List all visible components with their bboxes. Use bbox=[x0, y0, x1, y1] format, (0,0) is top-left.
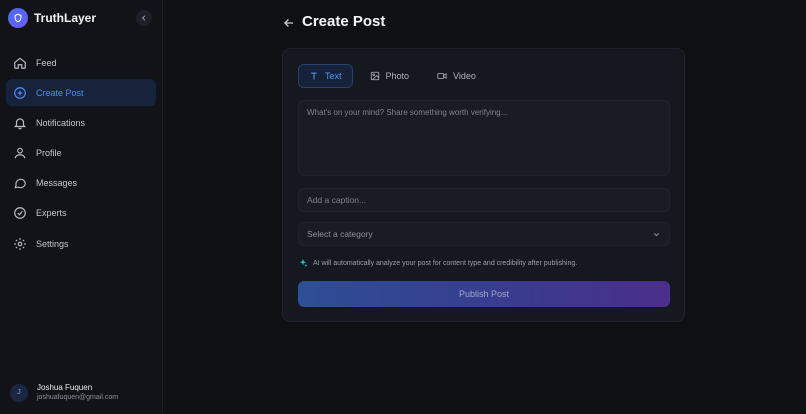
tab-video[interactable]: Video bbox=[426, 64, 487, 88]
user-name: Joshua Fuquen bbox=[37, 382, 118, 393]
text-icon bbox=[309, 71, 319, 81]
caption-input[interactable]: Add a caption... bbox=[298, 188, 670, 212]
brand-name: TruthLayer bbox=[34, 11, 96, 25]
sidebar-item-notifications[interactable]: Notifications bbox=[6, 109, 156, 136]
brand[interactable]: TruthLayer bbox=[8, 7, 96, 29]
create-post-card: Text Photo Video What's on your mind? Sh… bbox=[282, 48, 685, 322]
category-select[interactable]: Select a category bbox=[298, 222, 670, 246]
sidebar-item-label: Experts bbox=[36, 208, 67, 218]
ai-analysis-note: AI will automatically analyze your post … bbox=[298, 258, 577, 268]
sidebar-item-label: Settings bbox=[36, 239, 69, 249]
sidebar-item-create-post[interactable]: Create Post bbox=[6, 79, 156, 106]
sidebar-item-label: Notifications bbox=[36, 118, 85, 128]
plus-circle-icon bbox=[12, 85, 28, 101]
tab-text[interactable]: Text bbox=[298, 64, 353, 88]
page-title: Create Post bbox=[302, 13, 385, 30]
sidebar-item-label: Profile bbox=[36, 148, 62, 158]
back-button[interactable] bbox=[282, 16, 296, 30]
sidebar-item-label: Messages bbox=[36, 178, 77, 188]
shield-logo-icon bbox=[8, 8, 28, 28]
video-icon bbox=[437, 71, 447, 81]
tab-label: Text bbox=[325, 71, 342, 81]
home-icon bbox=[12, 55, 28, 71]
chevron-down-icon bbox=[652, 230, 661, 239]
sidebar-item-messages[interactable]: Messages bbox=[6, 170, 156, 197]
sidebar-item-profile[interactable]: Profile bbox=[6, 140, 156, 167]
sidebar-item-experts[interactable]: Experts bbox=[6, 200, 156, 227]
chevron-left-icon bbox=[140, 14, 148, 22]
post-type-tabs: Text Photo Video bbox=[298, 64, 493, 88]
tab-photo[interactable]: Photo bbox=[359, 64, 421, 88]
user-icon bbox=[12, 145, 28, 161]
collapse-sidebar-button[interactable] bbox=[136, 10, 152, 26]
sidebar-item-feed[interactable]: Feed bbox=[6, 49, 156, 76]
ai-note-text: AI will automatically analyze your post … bbox=[313, 260, 577, 267]
arrow-left-icon bbox=[282, 16, 296, 30]
user-email: joshuafuquen@gmail.com bbox=[37, 393, 118, 403]
category-select-value: Select a category bbox=[307, 229, 373, 239]
sidebar-item-label: Feed bbox=[36, 58, 57, 68]
sidebar: TruthLayer Feed Create Post Notification… bbox=[0, 0, 163, 414]
user-account[interactable]: J Joshua Fuquen joshuafuquen@gmail.com bbox=[10, 382, 118, 403]
tab-label: Video bbox=[453, 71, 476, 81]
tab-label: Photo bbox=[386, 71, 410, 81]
gear-icon bbox=[12, 236, 28, 252]
message-icon bbox=[12, 175, 28, 191]
check-circle-icon bbox=[12, 205, 28, 221]
sidebar-nav: Feed Create Post Notifications Profile M… bbox=[6, 49, 156, 260]
image-icon bbox=[370, 71, 380, 81]
post-body-textarea[interactable]: What's on your mind? Share something wor… bbox=[298, 100, 670, 176]
sidebar-item-settings[interactable]: Settings bbox=[6, 230, 156, 257]
sidebar-item-label: Create Post bbox=[36, 88, 84, 98]
bell-icon bbox=[12, 115, 28, 131]
sparkles-icon bbox=[298, 258, 308, 268]
avatar: J bbox=[10, 384, 28, 402]
publish-post-button[interactable]: Publish Post bbox=[298, 281, 670, 307]
